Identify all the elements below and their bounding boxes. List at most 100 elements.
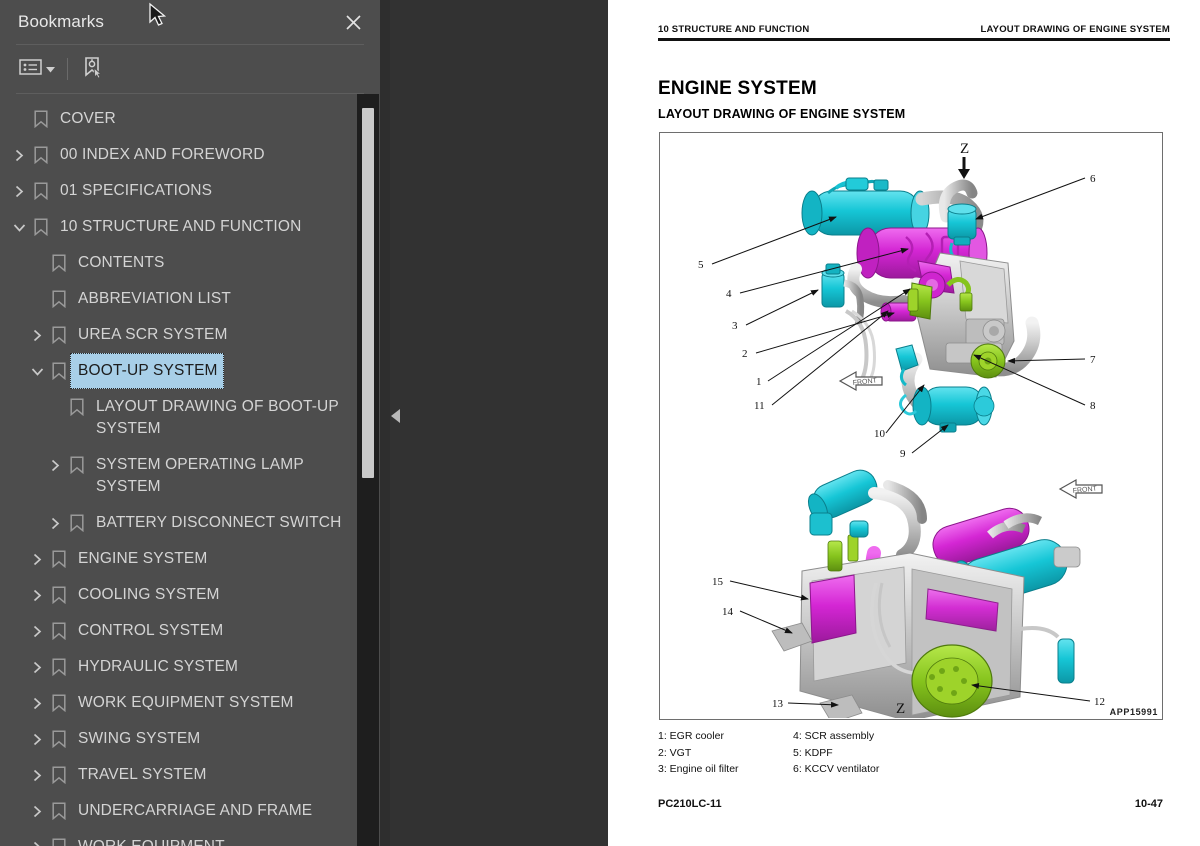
bookmark-icon xyxy=(48,757,70,793)
svg-text:Z: Z xyxy=(960,141,969,157)
callout-2: 2 xyxy=(742,348,748,360)
toolbar-separator xyxy=(67,58,68,80)
bookmarks-tree[interactable]: COVER 00 INDEX AND FOREWORD 01 SPECIFICATI… xyxy=(0,94,380,846)
figure-id: APP15991 xyxy=(1109,707,1158,717)
page-footer: PC210LC-11 10-47 xyxy=(658,798,1163,810)
bookmark-label: 01 SPECIFICATIONS xyxy=(60,182,213,199)
bookmark-item[interactable]: BATTERY DISCONNECT SWITCH xyxy=(0,505,380,541)
chevron-right-icon[interactable] xyxy=(26,757,48,793)
callout-6: 6 xyxy=(1090,173,1096,185)
bookmark-icon xyxy=(48,577,70,613)
bookmark-icon xyxy=(30,101,52,137)
chevron-right-icon[interactable] xyxy=(26,649,48,685)
bookmark-item[interactable]: UNDERCARRIAGE AND FRAME xyxy=(0,793,380,829)
figure-frame: Z FRONT 5 4 3 2 1 11 6 7 8 10 9 FRONT 15… xyxy=(659,132,1163,720)
chevron-right-icon[interactable] xyxy=(44,447,66,483)
chevron-down-icon[interactable] xyxy=(8,209,30,245)
bookmark-label: WORK EQUIPMENT xyxy=(70,829,231,846)
bookmark-item[interactable]: COVER xyxy=(0,101,380,137)
callout-7: 7 xyxy=(1090,354,1096,366)
model-number: PC210LC-11 xyxy=(658,798,722,810)
header-left-text: 10 STRUCTURE AND FUNCTION xyxy=(658,24,810,35)
close-icon[interactable] xyxy=(340,9,366,35)
legend-item: 2: VGT xyxy=(658,746,692,759)
legend-item: 6: KCCV ventilator xyxy=(793,763,880,775)
chevron-right-icon[interactable] xyxy=(8,137,30,173)
bookmark-icon xyxy=(48,353,70,389)
callout-11: 11 xyxy=(754,400,765,412)
vertical-scrollbar[interactable] xyxy=(357,94,379,846)
bookmark-label: BOOT-UP SYSTEM xyxy=(70,353,224,389)
bookmark-label: HYDRAULIC SYSTEM xyxy=(78,658,239,675)
pdf-page: 10 STRUCTURE AND FUNCTION LAYOUT DRAWING… xyxy=(608,0,1200,846)
chevron-right-icon[interactable] xyxy=(44,505,66,541)
callout-10: 10 xyxy=(874,428,886,440)
chevron-right-icon[interactable] xyxy=(26,829,48,846)
chevron-right-icon[interactable] xyxy=(26,317,48,353)
bookmark-options-button[interactable] xyxy=(16,55,58,84)
bookmark-icon xyxy=(48,829,70,846)
bookmark-label: WORK EQUIPMENT SYSTEM xyxy=(78,694,294,711)
bookmark-item[interactable]: WORK EQUIPMENT xyxy=(0,829,380,846)
view-label-bottom: Z xyxy=(896,701,905,717)
bookmark-item[interactable]: 01 SPECIFICATIONS xyxy=(0,173,380,209)
bookmark-item[interactable]: TRAVEL SYSTEM xyxy=(0,757,380,793)
callout-5: 5 xyxy=(698,259,704,271)
pdf-viewer[interactable]: 10 STRUCTURE AND FUNCTION LAYOUT DRAWING… xyxy=(608,0,1200,846)
bookmark-icon xyxy=(48,649,70,685)
page-subtitle: LAYOUT DRAWING OF ENGINE SYSTEM xyxy=(658,107,906,121)
callout-9: 9 xyxy=(900,448,906,460)
bookmark-icon xyxy=(48,317,70,353)
bookmark-item[interactable]: 10 STRUCTURE AND FUNCTION xyxy=(0,209,380,245)
bookmarks-toolbar xyxy=(0,45,380,93)
bookmark-label: CONTENTS xyxy=(78,254,165,271)
bookmark-label: SYSTEM OPERATING LAMP SYSTEM xyxy=(96,456,304,495)
chevron-right-icon[interactable] xyxy=(26,721,48,757)
callout-14: 14 xyxy=(722,606,734,618)
bookmark-item[interactable]: HYDRAULIC SYSTEM xyxy=(0,649,380,685)
chevron-right-icon[interactable] xyxy=(8,173,30,209)
callout-12: 12 xyxy=(1094,696,1105,708)
header-right-text: LAYOUT DRAWING OF ENGINE SYSTEM xyxy=(980,24,1170,35)
bookmark-item[interactable]: UREA SCR SYSTEM xyxy=(0,317,380,353)
bookmark-item[interactable]: ENGINE SYSTEM xyxy=(0,541,380,577)
bookmark-item[interactable]: CONTROL SYSTEM xyxy=(0,613,380,649)
chevron-right-icon[interactable] xyxy=(26,793,48,829)
page-number: 10-47 xyxy=(1134,798,1163,810)
bookmark-item[interactable]: ABBREVIATION LIST xyxy=(0,281,380,317)
header-rule xyxy=(658,38,1170,41)
scrollbar-thumb[interactable] xyxy=(362,108,374,478)
bookmark-icon xyxy=(66,447,88,483)
chevron-right-icon[interactable] xyxy=(26,541,48,577)
callout-3: 3 xyxy=(732,320,738,332)
panel-title: Bookmarks xyxy=(18,12,104,31)
bookmark-item[interactable]: SYSTEM OPERATING LAMP SYSTEM xyxy=(0,447,380,505)
front-marker-bottom: FRONT xyxy=(1058,478,1103,500)
bookmarks-panel-header: Bookmarks xyxy=(0,0,380,44)
callout-13: 13 xyxy=(772,698,784,710)
chevron-right-icon[interactable] xyxy=(26,685,48,721)
legend-item: 3: Engine oil filter xyxy=(658,763,739,775)
chevron-right-icon[interactable] xyxy=(26,613,48,649)
callout-4: 4 xyxy=(726,288,732,300)
chevron-down-icon[interactable] xyxy=(26,353,48,389)
bookmark-icon xyxy=(48,541,70,577)
bookmark-item[interactable]: CONTENTS xyxy=(0,245,380,281)
legend-item: 5: KDPF xyxy=(793,746,833,759)
new-bookmark-button[interactable] xyxy=(79,53,107,86)
bookmark-label: COOLING SYSTEM xyxy=(78,586,220,603)
bookmark-item[interactable]: COOLING SYSTEM xyxy=(0,577,380,613)
bookmark-label: ENGINE SYSTEM xyxy=(78,550,208,567)
bookmark-item[interactable]: BOOT-UP SYSTEM xyxy=(0,353,380,389)
chevron-right-icon[interactable] xyxy=(26,577,48,613)
callout-8: 8 xyxy=(1090,400,1096,412)
bookmark-icon xyxy=(48,685,70,721)
bookmark-item[interactable]: 00 INDEX AND FOREWORD xyxy=(0,137,380,173)
bookmark-label: BATTERY DISCONNECT SWITCH xyxy=(96,514,342,531)
callout-1: 1 xyxy=(756,376,762,388)
chevron-down-icon xyxy=(46,60,55,78)
bookmark-item[interactable]: LAYOUT DRAWING OF BOOT-UP SYSTEM xyxy=(0,389,380,447)
bookmark-item[interactable]: WORK EQUIPMENT SYSTEM xyxy=(0,685,380,721)
bookmark-item[interactable]: SWING SYSTEM xyxy=(0,721,380,757)
collapse-left-triangle-icon[interactable] xyxy=(388,405,402,427)
